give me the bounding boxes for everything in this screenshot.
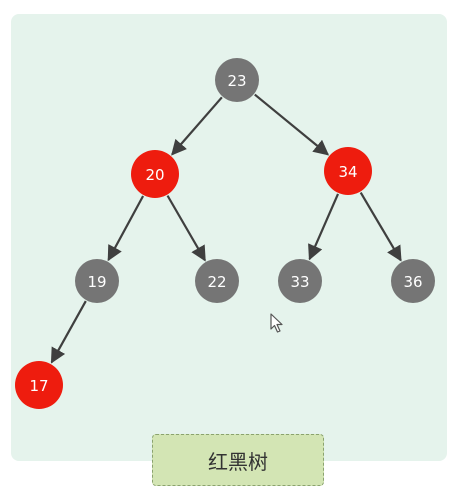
node-label: 23: [227, 72, 246, 90]
red-black-tree-diagram: 23 20 34 19 22 33 36 17: [15, 58, 435, 409]
edge-n19-n17: [50, 300, 87, 364]
caption-label: 红黑树: [208, 449, 268, 474]
tree-node-20: 20: [131, 150, 179, 198]
tree-node-33: 33: [278, 259, 322, 303]
tree-node-19: 19: [75, 259, 119, 303]
node-label: 19: [87, 273, 106, 291]
edge-n23-n34: [254, 93, 330, 156]
caption-box: 红黑树: [152, 434, 324, 486]
tree-node-17: 17: [15, 361, 63, 409]
edge-n34-n36: [359, 191, 402, 262]
node-label: 20: [145, 166, 164, 184]
edge-n20-n22: [166, 195, 206, 262]
tree-node-23: 23: [215, 58, 259, 102]
tree-node-22: 22: [195, 259, 239, 303]
edge-n23-n20: [171, 96, 223, 156]
tree-node-36: 36: [391, 259, 435, 303]
tree-node-34: 34: [324, 147, 372, 195]
edges-layer: [50, 93, 402, 364]
node-label: 22: [207, 273, 226, 291]
edge-n34-n33: [308, 193, 340, 261]
node-label: 36: [403, 273, 422, 291]
node-label: 17: [29, 377, 48, 395]
node-label: 34: [338, 163, 357, 181]
node-label: 33: [290, 273, 309, 291]
nodes-layer: 23 20 34 19 22 33 36 17: [15, 58, 435, 409]
edge-n20-n19: [107, 195, 145, 262]
arrow-cursor-icon: [270, 313, 283, 333]
